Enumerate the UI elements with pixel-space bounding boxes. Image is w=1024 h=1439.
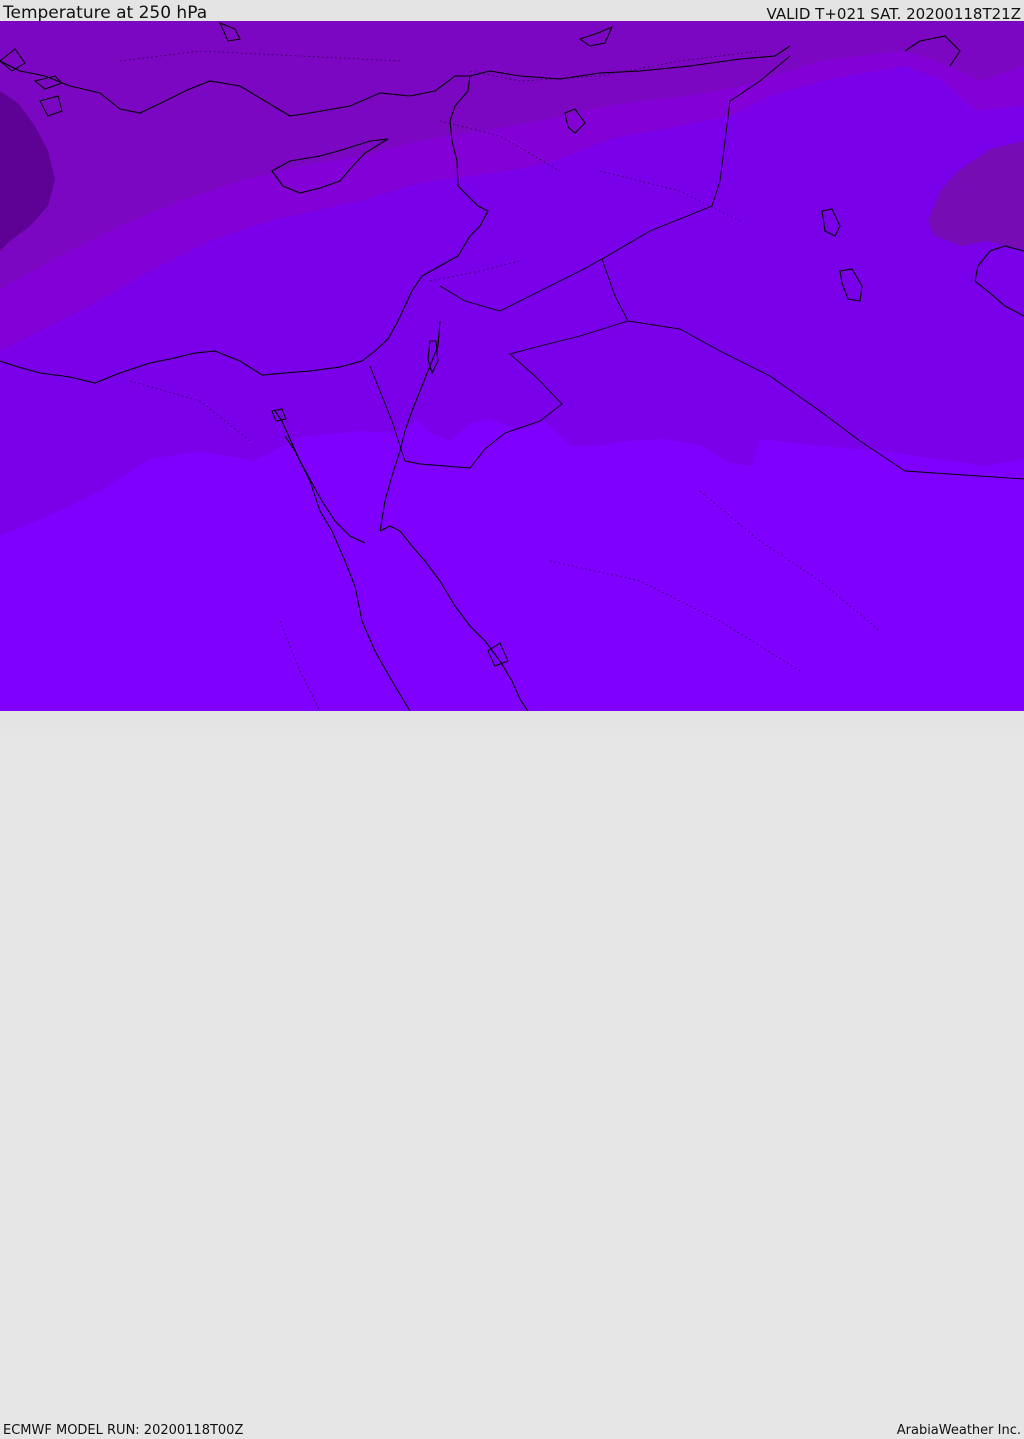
footer-bar: ECMWF MODEL RUN: 20200118T00Z ArabiaWeat… [0, 711, 1024, 1438]
temperature-map [0, 21, 1024, 711]
map-window: Temperature at 250 hPa VALID T+021 SAT. … [0, 0, 1024, 1438]
credit-label: ArabiaWeather Inc. [896, 1423, 1021, 1438]
map-title: Temperature at 250 hPa [3, 3, 208, 23]
model-run-label: ECMWF MODEL RUN: 20200118T00Z [3, 1423, 244, 1438]
header-bar: Temperature at 250 hPa VALID T+021 SAT. … [0, 0, 1024, 23]
